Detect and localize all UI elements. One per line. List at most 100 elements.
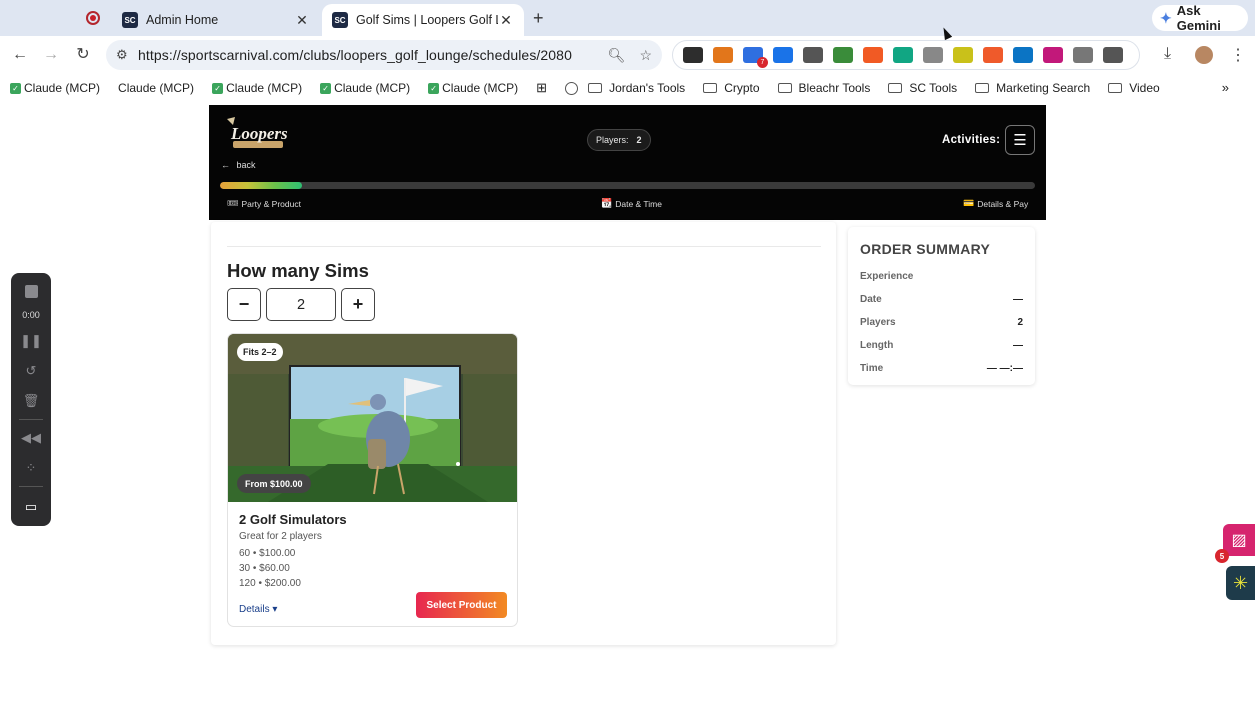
summary-row-date: Date — <box>860 294 1023 305</box>
fits-badge: Fits 2–2 <box>237 343 283 361</box>
divider <box>19 486 43 487</box>
bookmark-item[interactable]: ✓ Claude (MCP) <box>10 81 100 95</box>
bookmark-label: Claude (MCP) <box>24 81 101 95</box>
bookmark-star-icon[interactable]: ☆ <box>639 47 652 64</box>
bookmark-folder[interactable]: Bleachr Tools <box>777 81 870 95</box>
trash-icon[interactable]: 🗑︎ <box>11 393 51 409</box>
gemini-sparkle-icon: ✦ <box>1160 9 1172 26</box>
decrease-quantity-button[interactable]: − <box>227 288 261 321</box>
quantity-input[interactable]: 2 <box>266 288 336 321</box>
bookmark-folder-label: Jordan's Tools <box>609 81 686 95</box>
bookmark-folder-label: Crypto <box>724 81 760 95</box>
bookmark-folder[interactable]: Video <box>1108 81 1160 95</box>
summary-value: 2 <box>1017 317 1023 328</box>
calendar-icon: 📆 <box>601 198 613 208</box>
download-icon[interactable]: ⤓ <box>1164 45 1171 63</box>
effects-icon[interactable]: ⁘ <box>11 460 51 476</box>
booking-card: How many Sims − 2 + Fits 2–2 From $100.0… <box>211 222 836 645</box>
checkmark-icon: ✓ <box>428 82 440 94</box>
pause-icon[interactable]: ❚❚ <box>11 333 51 349</box>
from-price-badge: From $100.00 <box>237 474 311 493</box>
globe-icon[interactable] <box>565 81 579 95</box>
credit-card-icon: 💳 <box>963 198 975 208</box>
camera-icon[interactable]: ▭ <box>11 499 51 515</box>
bookmark-item[interactable]: ✓ Claude (MCP) <box>212 81 302 95</box>
extension-icon[interactable] <box>1103 47 1123 63</box>
extension-icon[interactable] <box>683 47 703 63</box>
extension-icon[interactable] <box>1043 47 1063 63</box>
profile-avatar[interactable] <box>1195 46 1213 64</box>
bookmark-folder[interactable]: Marketing Search <box>975 81 1090 95</box>
notification-badge: 5 <box>1215 549 1229 563</box>
recording-time: 0:00 <box>22 310 40 320</box>
step-label: Party & Product <box>241 198 301 209</box>
step-party-product[interactable]: 🎟 Party & Product <box>227 198 301 209</box>
bookmark-item[interactable]: ✓ Claude (MCP) <box>428 81 518 95</box>
more-menu-icon[interactable]: ⋮ <box>1230 45 1246 65</box>
extension-icon[interactable] <box>953 47 973 63</box>
extension-icon[interactable] <box>773 47 793 63</box>
bookmarks-overflow-icon[interactable]: » <box>1222 80 1229 95</box>
site-info-icon[interactable]: ⚙ <box>116 47 138 63</box>
extension-icon[interactable] <box>863 47 883 63</box>
tab-golf-sims[interactable]: SC Golf Sims | Loopers Golf Loun ✕ <box>322 4 524 36</box>
hamburger-menu-button[interactable]: ☰ <box>1005 125 1035 155</box>
bookmark-item[interactable]: Claude (MCP) <box>118 81 194 95</box>
step-details-pay[interactable]: 💳 Details & Pay <box>963 198 1028 209</box>
floating-extension-button[interactable]: ✳ <box>1226 566 1255 600</box>
tab-admin-home[interactable]: SC Admin Home ✕ <box>112 4 320 36</box>
sc-favicon-icon: SC <box>332 12 348 28</box>
bookmark-item[interactable]: ✓ Claude (MCP) <box>320 81 410 95</box>
new-tab-icon[interactable]: + <box>533 8 544 29</box>
extension-icon[interactable] <box>923 47 943 63</box>
tab-title: Golf Sims | Loopers Golf Loun <box>356 13 498 27</box>
rewind-icon[interactable]: ◀◀ <box>11 430 51 446</box>
zoom-icon[interactable]: 🔍︎ <box>608 47 626 64</box>
forward-arrow-icon[interactable]: → <box>41 45 61 65</box>
extension-icon[interactable] <box>893 47 913 63</box>
extension-icon[interactable] <box>713 47 733 63</box>
bookmark-folder[interactable]: SC Tools <box>888 81 957 95</box>
close-icon[interactable]: ✕ <box>294 12 310 29</box>
product-card[interactable]: Fits 2–2 From $100.00 2 Golf Simulators … <box>227 333 518 627</box>
summary-row-players: Players 2 <box>860 317 1023 328</box>
pen-stripes-icon: ▨ <box>1231 532 1247 549</box>
close-icon[interactable]: ✕ <box>498 12 514 29</box>
bookmark-label: Claude (MCP) <box>226 81 303 95</box>
stop-icon[interactable] <box>25 285 38 298</box>
bookmark-label: Claude (MCP) <box>334 81 411 95</box>
price-option: 30 • $60.00 <box>239 563 290 574</box>
order-summary-card: ORDER SUMMARY Experience Date — Players … <box>848 227 1035 385</box>
folder-icon <box>975 83 990 93</box>
bookmark-folder[interactable]: Jordan's Tools <box>588 81 685 95</box>
apps-grid-icon[interactable]: ⊞ <box>536 80 547 96</box>
extension-icon[interactable] <box>1013 47 1033 63</box>
extension-icon[interactable] <box>803 47 823 63</box>
address-bar[interactable]: ⚙ https://sportscarnival.com/clubs/loope… <box>106 40 662 70</box>
sims-count-title: How many Sims <box>227 260 369 281</box>
extension-icon[interactable] <box>983 47 1003 63</box>
step-date-time[interactable]: 📆 Date & Time <box>601 198 662 209</box>
arrow-left-icon: ← <box>221 160 230 170</box>
order-summary-title: ORDER SUMMARY <box>860 241 991 257</box>
ask-gemini-button[interactable]: ✦ Ask Gemini <box>1152 3 1248 33</box>
url-text[interactable]: https://sportscarnival.com/clubs/loopers… <box>138 47 594 63</box>
loopers-logo[interactable]: Loopers <box>221 115 291 151</box>
divider <box>227 246 821 247</box>
increase-quantity-button[interactable]: + <box>341 288 375 321</box>
sparkle-icon: ✳ <box>1232 572 1249 593</box>
back-link[interactable]: ← back <box>221 160 256 170</box>
bookmark-folder[interactable]: Crypto <box>703 81 760 95</box>
bookmark-folder-label: Marketing Search <box>996 81 1091 95</box>
players-pill[interactable]: Players: 2 <box>587 129 651 151</box>
restart-icon[interactable]: ↺ <box>11 363 51 379</box>
recording-indicator-icon[interactable] <box>86 11 100 25</box>
extension-icon[interactable] <box>1073 47 1093 63</box>
select-product-button[interactable]: Select Product <box>416 592 507 618</box>
details-toggle-link[interactable]: Details ▾ <box>239 604 277 615</box>
reload-icon[interactable]: ↻ <box>73 45 93 65</box>
extension-icon[interactable]: 7 <box>743 47 768 68</box>
bookmark-label: Claude (MCP) <box>442 81 519 95</box>
extension-icon[interactable] <box>833 47 853 63</box>
back-arrow-icon[interactable]: ← <box>10 45 30 65</box>
